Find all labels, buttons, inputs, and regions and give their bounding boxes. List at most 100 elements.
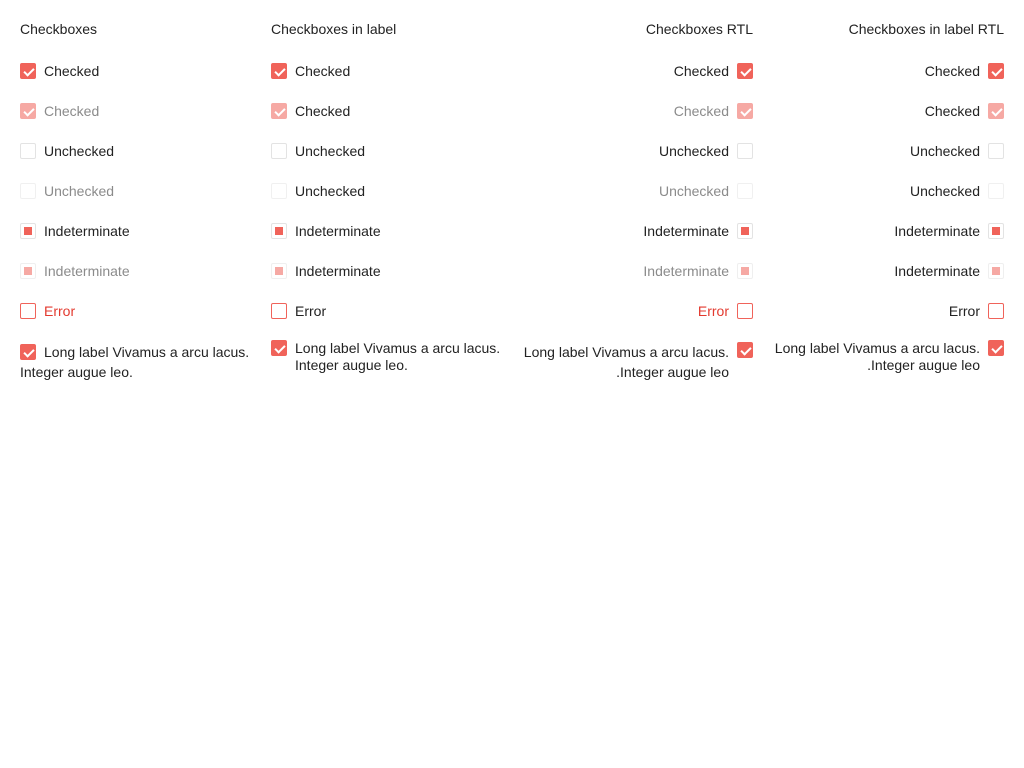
checkbox-label: Unchecked [44,183,115,199]
checkbox-label: Checked [924,63,980,79]
checkbox-indeterminate[interactable]: Indeterminate [520,222,753,240]
checkbox-indeterminate-icon[interactable] [271,223,287,239]
checkbox-checked-icon[interactable] [20,344,36,360]
checkbox-checked-icon[interactable] [737,63,753,79]
checkbox-checked-icon[interactable] [988,63,1004,79]
checkbox-checked-disabled-icon [988,103,1004,119]
checkbox-label: Checked [295,63,351,79]
checkbox-unchecked-icon[interactable] [20,143,36,159]
checkbox-label: Long label Vivamus a arcu lacus. Integer… [523,344,729,380]
checkbox-indeterminate-disabled-icon [271,263,287,279]
checkbox-label: Indeterminate [295,223,381,239]
checkbox-label: Error [697,303,729,319]
checkbox-indeterminate-disabled: Indeterminate [520,262,753,280]
checkbox-unchecked-icon[interactable] [988,143,1004,159]
checkbox-unchecked-disabled-icon [737,183,753,199]
checkbox-long-label[interactable]: Long label Vivamus a arcu lacus. Integer… [520,342,753,382]
checkbox-checked[interactable]: Checked [271,62,504,80]
checkbox-error[interactable]: Error [520,302,753,320]
checkbox-indeterminate[interactable]: Indeterminate [20,222,253,240]
checkbox-long-label[interactable]: Long label Vivamus a arcu lacus. Integer… [20,342,253,382]
checkbox-unchecked-disabled-icon [271,183,287,199]
checkbox-checked-icon[interactable] [988,340,1004,356]
checkbox-checked-disabled-icon [271,103,287,119]
checkbox-indeterminate-disabled-icon [988,263,1004,279]
checkbox-label: Indeterminate [44,263,130,279]
checkbox-error[interactable]: Error [771,302,1004,320]
checkbox-label: Unchecked [658,143,729,159]
checkbox-indeterminate-disabled: Indeterminate [20,262,253,280]
checkbox-label: Error [295,303,327,319]
checkbox-label: Checked [673,103,729,119]
checkbox-indeterminate-icon[interactable] [737,223,753,239]
checkbox-unchecked-disabled: Unchecked [771,182,1004,200]
column-title: Checkboxes in label [271,21,397,37]
checkbox-indeterminate[interactable]: Indeterminate [271,222,504,240]
checkbox-checked-disabled: Checked [271,102,504,120]
checkbox-error-icon[interactable] [737,303,753,319]
checkbox-error[interactable]: Error [20,302,253,320]
checkbox-unchecked-disabled: Unchecked [271,182,504,200]
checkbox-checked-disabled: Checked [520,102,753,120]
checkbox-unchecked[interactable]: Unchecked [271,142,504,160]
checkbox-error-icon[interactable] [271,303,287,319]
checkbox-unchecked-disabled-icon [20,183,36,199]
checkbox-label: Long label Vivamus a arcu lacus. Integer… [774,340,980,373]
checkbox-label: Checked [295,103,351,119]
checkbox-checked-disabled-icon [20,103,36,119]
checkbox-unchecked[interactable]: Unchecked [20,142,253,160]
checkbox-unchecked-disabled-icon [988,183,1004,199]
checkbox-label: Checked [673,63,729,79]
checkbox-checked-icon[interactable] [20,63,36,79]
checkbox-checked-disabled: Checked [20,102,253,120]
checkbox-label: Unchecked [44,143,115,159]
checkbox-label: Checked [44,103,100,119]
checkbox-checked-icon[interactable] [271,340,287,356]
checkbox-label: Unchecked [909,143,980,159]
checkbox-checked-icon[interactable] [737,342,753,358]
checkbox-unchecked[interactable]: Unchecked [520,142,753,160]
checkbox-label: Checked [44,63,100,79]
checkbox-indeterminate-icon[interactable] [988,223,1004,239]
checkbox-label: Long label Vivamus a arcu lacus. Integer… [295,340,501,373]
checkbox-unchecked-icon[interactable] [271,143,287,159]
checkbox-label: Indeterminate [894,263,980,279]
checkbox-indeterminate-disabled-icon [737,263,753,279]
checkbox-label: Unchecked [658,183,729,199]
checkbox-checked[interactable]: Checked [20,62,253,80]
checkbox-checked[interactable]: Checked [771,62,1004,80]
checkbox-error-icon[interactable] [20,303,36,319]
checkbox-unchecked-disabled: Unchecked [520,182,753,200]
checkbox-label: Long label Vivamus a arcu lacus. Integer… [20,344,250,380]
checkbox-indeterminate-disabled: Indeterminate [771,262,1004,280]
checkbox-label: Unchecked [295,143,366,159]
checkbox-indeterminate-disabled-icon [20,263,36,279]
checkbox-error-icon[interactable] [988,303,1004,319]
checkbox-label: Indeterminate [643,263,729,279]
checkbox-label: Error [948,303,980,319]
checkbox-long-label[interactable]: Long label Vivamus a arcu lacus. Integer… [271,340,504,374]
checkbox-label: Unchecked [295,183,366,199]
checkbox-checked-icon[interactable] [271,63,287,79]
checkbox-unchecked-icon[interactable] [737,143,753,159]
checkbox-label: Checked [924,103,980,119]
column-title: Checkboxes RTL [645,21,753,37]
checkbox-indeterminate-icon[interactable] [20,223,36,239]
checkbox-label: Indeterminate [44,223,130,239]
checkbox-long-label[interactable]: Long label Vivamus a arcu lacus. Integer… [771,340,1004,374]
checkbox-checked[interactable]: Checked [520,62,753,80]
checkbox-label: Unchecked [909,183,980,199]
checkbox-label: Indeterminate [295,263,381,279]
checkbox-label: Indeterminate [643,223,729,239]
column-title: Checkboxes [20,21,98,37]
checkbox-label: Indeterminate [894,223,980,239]
checkbox-unchecked[interactable]: Unchecked [771,142,1004,160]
column-title: Checkboxes in label RTL [848,21,1004,37]
checkbox-error[interactable]: Error [271,302,504,320]
checkbox-indeterminate-disabled: Indeterminate [271,262,504,280]
checkbox-unchecked-disabled: Unchecked [20,182,253,200]
checkbox-label: Error [44,303,76,319]
checkbox-checked-disabled-icon [737,103,753,119]
checkbox-indeterminate[interactable]: Indeterminate [771,222,1004,240]
checkbox-checked-disabled: Checked [771,102,1004,120]
